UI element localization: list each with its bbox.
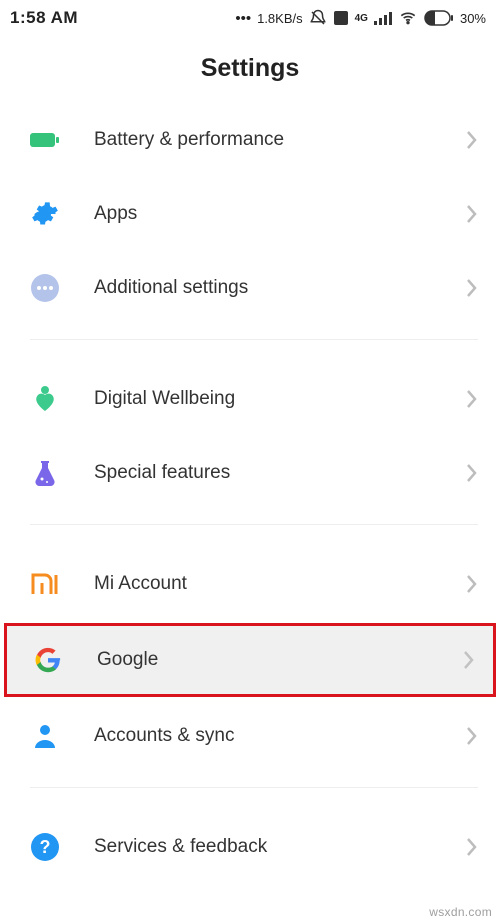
settings-item-mi-account[interactable]: Mi Account bbox=[0, 547, 500, 621]
status-speed: 1.8KB/s bbox=[257, 11, 303, 26]
battery-status-icon bbox=[424, 10, 454, 26]
settings-item-battery[interactable]: Battery & performance bbox=[0, 103, 500, 177]
battery-percent: 30% bbox=[460, 11, 486, 26]
item-label: Accounts & sync bbox=[94, 725, 466, 747]
mute-icon bbox=[309, 9, 327, 27]
help-icon: ? bbox=[30, 832, 60, 862]
page-title: Settings bbox=[0, 34, 500, 103]
settings-item-google[interactable]: Google bbox=[4, 623, 496, 697]
status-right: ••• 1.8KB/s 4G 30% bbox=[235, 9, 486, 27]
item-label: Special features bbox=[94, 462, 466, 484]
flask-icon bbox=[30, 458, 60, 488]
status-dots: ••• bbox=[235, 10, 251, 27]
divider bbox=[30, 339, 478, 340]
item-label: Services & feedback bbox=[94, 836, 466, 858]
mi-icon bbox=[30, 569, 60, 599]
svg-text:?: ? bbox=[40, 837, 51, 857]
settings-item-special[interactable]: Special features bbox=[0, 436, 500, 510]
battery-icon bbox=[30, 125, 60, 155]
settings-item-wellbeing[interactable]: Digital Wellbeing bbox=[0, 362, 500, 436]
status-time: 1:58 AM bbox=[10, 8, 78, 28]
settings-item-services[interactable]: ? Services & feedback bbox=[0, 810, 500, 884]
item-label: Battery & performance bbox=[94, 129, 466, 151]
chevron-right-icon bbox=[466, 278, 478, 298]
divider bbox=[30, 787, 478, 788]
settings-list: Battery & performance Apps Additional se… bbox=[0, 103, 500, 884]
wifi-icon bbox=[398, 10, 418, 26]
gear-icon bbox=[30, 199, 60, 229]
signal-icon bbox=[374, 11, 392, 25]
google-icon bbox=[33, 645, 63, 675]
status-bar: 1:58 AM ••• 1.8KB/s 4G 30% bbox=[0, 0, 500, 34]
sim-icon bbox=[333, 10, 349, 26]
wellbeing-icon bbox=[30, 384, 60, 414]
divider bbox=[30, 524, 478, 525]
settings-item-accounts[interactable]: Accounts & sync bbox=[0, 699, 500, 773]
dots-icon bbox=[30, 273, 60, 303]
chevron-right-icon bbox=[466, 726, 478, 746]
network-4g-icon: 4G bbox=[355, 13, 368, 24]
settings-item-apps[interactable]: Apps bbox=[0, 177, 500, 251]
chevron-right-icon bbox=[466, 389, 478, 409]
chevron-right-icon bbox=[466, 463, 478, 483]
chevron-right-icon bbox=[466, 574, 478, 594]
item-label: Additional settings bbox=[94, 277, 466, 299]
person-icon bbox=[30, 721, 60, 751]
chevron-right-icon bbox=[466, 837, 478, 857]
item-label: Mi Account bbox=[94, 573, 466, 595]
settings-item-additional[interactable]: Additional settings bbox=[0, 251, 500, 325]
item-label: Apps bbox=[94, 203, 466, 225]
item-label: Google bbox=[97, 649, 463, 671]
chevron-right-icon bbox=[466, 130, 478, 150]
chevron-right-icon bbox=[466, 204, 478, 224]
watermark: wsxdn.com bbox=[429, 905, 492, 919]
chevron-right-icon bbox=[463, 650, 475, 670]
item-label: Digital Wellbeing bbox=[94, 388, 466, 410]
